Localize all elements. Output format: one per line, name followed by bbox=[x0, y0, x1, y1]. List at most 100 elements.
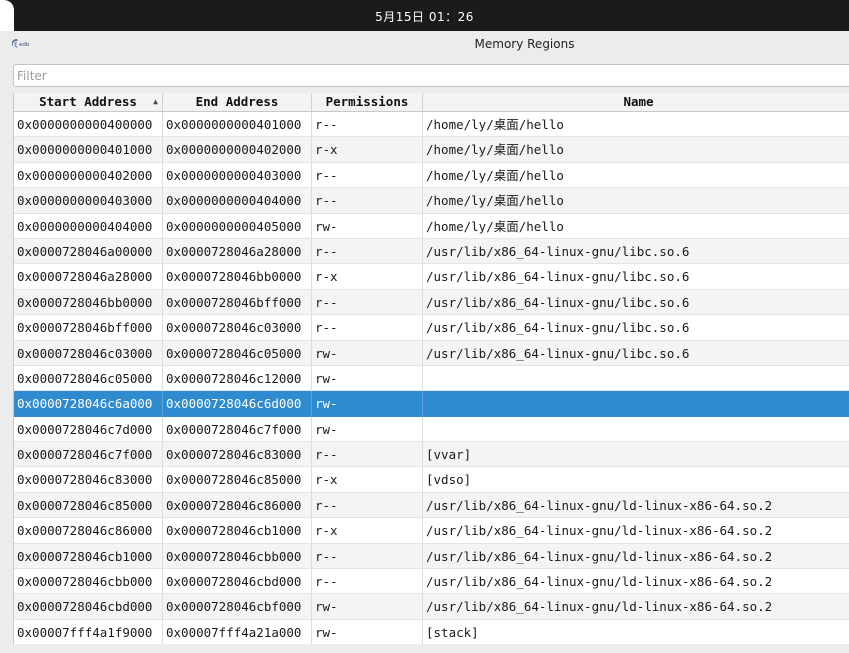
table-row[interactable]: 0x0000000000403000 0x0000000000404000 r-- /… bbox=[14, 188, 849, 214]
table-row[interactable]: 0x0000728046c7d000 0x0000728046c7f000 rw- bbox=[14, 416, 849, 443]
name-cell: /usr/lib/x86_64-linux-gnu/libc.so.6 bbox=[426, 345, 690, 361]
table-header: Start Address ▲ End Address Permissions … bbox=[14, 93, 849, 112]
end-address-cell: 0x0000728046c83000 bbox=[163, 442, 312, 468]
name-cell: /usr/lib/x86_64-linux-gnu/ld-linux-x86-6… bbox=[426, 548, 773, 564]
start-address-cell: 0x0000728046c85000 bbox=[14, 492, 163, 519]
column-header-end-address[interactable]: End Address bbox=[163, 93, 312, 111]
start-address-cell: 0x0000000000402000 bbox=[14, 162, 163, 189]
start-address-cell: 0x0000728046cbd000 bbox=[14, 594, 163, 620]
filter-bar bbox=[0, 61, 849, 93]
column-header-label: End Address bbox=[195, 94, 279, 109]
filter-input[interactable] bbox=[13, 64, 849, 87]
name-cell: [vvar] bbox=[426, 447, 472, 463]
permissions-cell: r-- bbox=[312, 188, 423, 214]
permissions-cell: r-- bbox=[312, 315, 423, 341]
name-cell: /usr/lib/x86_64-linux-gnu/ld-linux-x86-6… bbox=[426, 523, 773, 539]
name-cell: /usr/lib/x86_64-linux-gnu/ld-linux-x86-6… bbox=[426, 574, 773, 590]
permissions-cell: rw- bbox=[312, 365, 423, 392]
permissions-cell: rw- bbox=[312, 594, 423, 620]
start-address-cell: 0x00007fff4a1f9000 bbox=[14, 619, 163, 644]
permissions-cell: r-x bbox=[312, 137, 423, 163]
table-row[interactable]: 0x0000728046cb1000 0x0000728046cbb000 r-- /… bbox=[14, 543, 849, 570]
permissions-cell: rw- bbox=[312, 416, 423, 443]
table-row[interactable]: 0x0000000000401000 0x0000000000402000 r-x /… bbox=[14, 137, 849, 163]
table-row[interactable]: 0x0000728046bb0000 0x0000728046bff000 r-- /… bbox=[14, 289, 849, 316]
start-address-cell: 0x0000728046bff000 bbox=[14, 315, 163, 341]
permissions-cell: r-- bbox=[312, 442, 423, 468]
name-cell: /home/ly/桌面/hello bbox=[426, 117, 564, 132]
name-cell: /usr/lib/x86_64-linux-gnu/ld-linux-x86-6… bbox=[426, 497, 773, 513]
table-row[interactable]: 0x0000728046c85000 0x0000728046c86000 r-- /… bbox=[14, 492, 849, 519]
start-address-cell: 0x0000000000400000 bbox=[14, 112, 163, 138]
end-address-cell: 0x0000728046bb0000 bbox=[163, 264, 312, 290]
end-address-cell: 0x0000000000404000 bbox=[163, 188, 312, 214]
end-address-cell: 0x0000728046c85000 bbox=[163, 467, 312, 493]
name-cell: /usr/lib/x86_64-linux-gnu/libc.so.6 bbox=[426, 294, 690, 310]
start-address-cell: 0x0000728046c7d000 bbox=[14, 416, 163, 443]
end-address-cell: 0x0000728046cbf000 bbox=[163, 594, 312, 620]
table-row[interactable]: 0x0000728046c86000 0x0000728046cb1000 r-x /… bbox=[14, 518, 849, 544]
name-cell bbox=[423, 417, 849, 442]
permissions-cell: rw- bbox=[312, 619, 423, 644]
end-address-cell: 0x0000728046c6d000 bbox=[163, 391, 312, 417]
table-row[interactable]: 0x0000728046a00000 0x0000728046a28000 r-- /… bbox=[14, 238, 849, 265]
permissions-cell: r-- bbox=[312, 112, 423, 138]
start-address-cell: 0x0000728046c03000 bbox=[14, 340, 163, 366]
start-address-cell: 0x0000728046a28000 bbox=[14, 264, 163, 290]
table-row[interactable]: 0x0000000000402000 0x0000000000403000 r-- /… bbox=[14, 162, 849, 189]
end-address-cell: 0x0000728046bff000 bbox=[163, 289, 312, 316]
permissions-cell: r-x bbox=[312, 264, 423, 290]
window-title-bar[interactable]: edb Memory Regions bbox=[0, 31, 849, 62]
table-row[interactable]: 0x0000728046cbb000 0x0000728046cbd000 r-- /… bbox=[14, 569, 849, 595]
system-clock[interactable]: 5月15日 01：26 bbox=[0, 8, 849, 25]
name-cell: /home/ly/桌面/hello bbox=[426, 218, 564, 234]
name-cell: /usr/lib/x86_64-linux-gnu/libc.so.6 bbox=[426, 243, 690, 259]
table-row[interactable]: 0x0000728046c83000 0x0000728046c85000 r-x[… bbox=[14, 467, 849, 493]
permissions-cell: rw- bbox=[312, 213, 423, 239]
start-address-cell: 0x0000000000403000 bbox=[14, 188, 163, 214]
table-row[interactable]: 0x0000728046c7f000 0x0000728046c83000 r--[… bbox=[14, 442, 849, 468]
permissions-cell: r-- bbox=[312, 569, 423, 595]
end-address-cell: 0x0000000000402000 bbox=[163, 137, 312, 163]
end-address-cell: 0x0000728046c7f000 bbox=[163, 416, 312, 443]
start-address-cell: 0x0000728046cbb000 bbox=[14, 569, 163, 595]
end-address-cell: 0x0000000000401000 bbox=[163, 112, 312, 138]
permissions-cell: rw- bbox=[312, 340, 423, 366]
name-cell: /usr/lib/x86_64-linux-gnu/ld-linux-x86-6… bbox=[426, 599, 773, 615]
end-address-cell: 0x0000728046cbb000 bbox=[163, 543, 312, 570]
column-header-permissions[interactable]: Permissions bbox=[312, 93, 423, 111]
name-cell: /home/ly/桌面/hello bbox=[426, 142, 564, 158]
name-cell bbox=[423, 391, 849, 416]
permissions-cell: r-- bbox=[312, 492, 423, 519]
start-address-cell: 0x0000728046c86000 bbox=[14, 518, 163, 544]
end-address-cell: 0x0000728046a28000 bbox=[163, 238, 312, 265]
start-address-cell: 0x0000728046c7f000 bbox=[14, 442, 163, 468]
column-header-name[interactable]: Name bbox=[423, 93, 849, 111]
end-address-cell: 0x0000728046cbd000 bbox=[163, 569, 312, 595]
table-row[interactable]: 0x00007fff4a1f9000 0x00007fff4a21a000 rw-[… bbox=[14, 619, 849, 644]
end-address-cell: 0x00007fff4a21a000 bbox=[163, 619, 312, 644]
start-address-cell: 0x0000728046c83000 bbox=[14, 467, 163, 493]
table-row[interactable]: 0x0000000000400000 0x0000000000401000 r-- /… bbox=[14, 112, 849, 138]
start-address-cell: 0x0000728046c05000 bbox=[14, 365, 163, 392]
table-row[interactable]: 0x0000728046a28000 0x0000728046bb0000 r-x /… bbox=[14, 264, 849, 290]
system-top-bar: 5月15日 01：26 bbox=[0, 0, 849, 31]
end-address-cell: 0x0000728046c12000 bbox=[163, 365, 312, 392]
permissions-cell: rw- bbox=[312, 391, 423, 417]
window-title: Memory Regions bbox=[474, 37, 575, 51]
table-row[interactable]: 0x0000728046bff000 0x0000728046c03000 r-- /… bbox=[14, 315, 849, 341]
start-address-cell: 0x0000000000401000 bbox=[14, 137, 163, 163]
start-address-cell: 0x0000728046cb1000 bbox=[14, 543, 163, 570]
name-cell bbox=[423, 366, 849, 391]
start-address-cell: 0x0000000000404000 bbox=[14, 213, 163, 239]
table-row[interactable]: 0x0000728046cbd000 0x0000728046cbf000 rw- /… bbox=[14, 594, 849, 620]
table-row[interactable]: 0x0000000000404000 0x0000000000405000 rw- /… bbox=[14, 213, 849, 239]
table-row[interactable]: 0x0000728046c03000 0x0000728046c05000 rw- /… bbox=[14, 340, 849, 366]
table-row[interactable]: 0x0000728046c6a000 0x0000728046c6d000 rw- bbox=[14, 391, 849, 417]
memory-regions-table[interactable]: Start Address ▲ End Address Permissions … bbox=[13, 93, 849, 644]
table-row[interactable]: 0x0000728046c05000 0x0000728046c12000 rw- bbox=[14, 365, 849, 392]
table-body: 0x0000000000400000 0x0000000000401000 r-- /… bbox=[14, 112, 849, 644]
end-address-cell: 0x0000728046c86000 bbox=[163, 492, 312, 519]
name-cell: [stack] bbox=[426, 624, 479, 640]
column-header-start-address[interactable]: Start Address ▲ bbox=[14, 93, 163, 111]
